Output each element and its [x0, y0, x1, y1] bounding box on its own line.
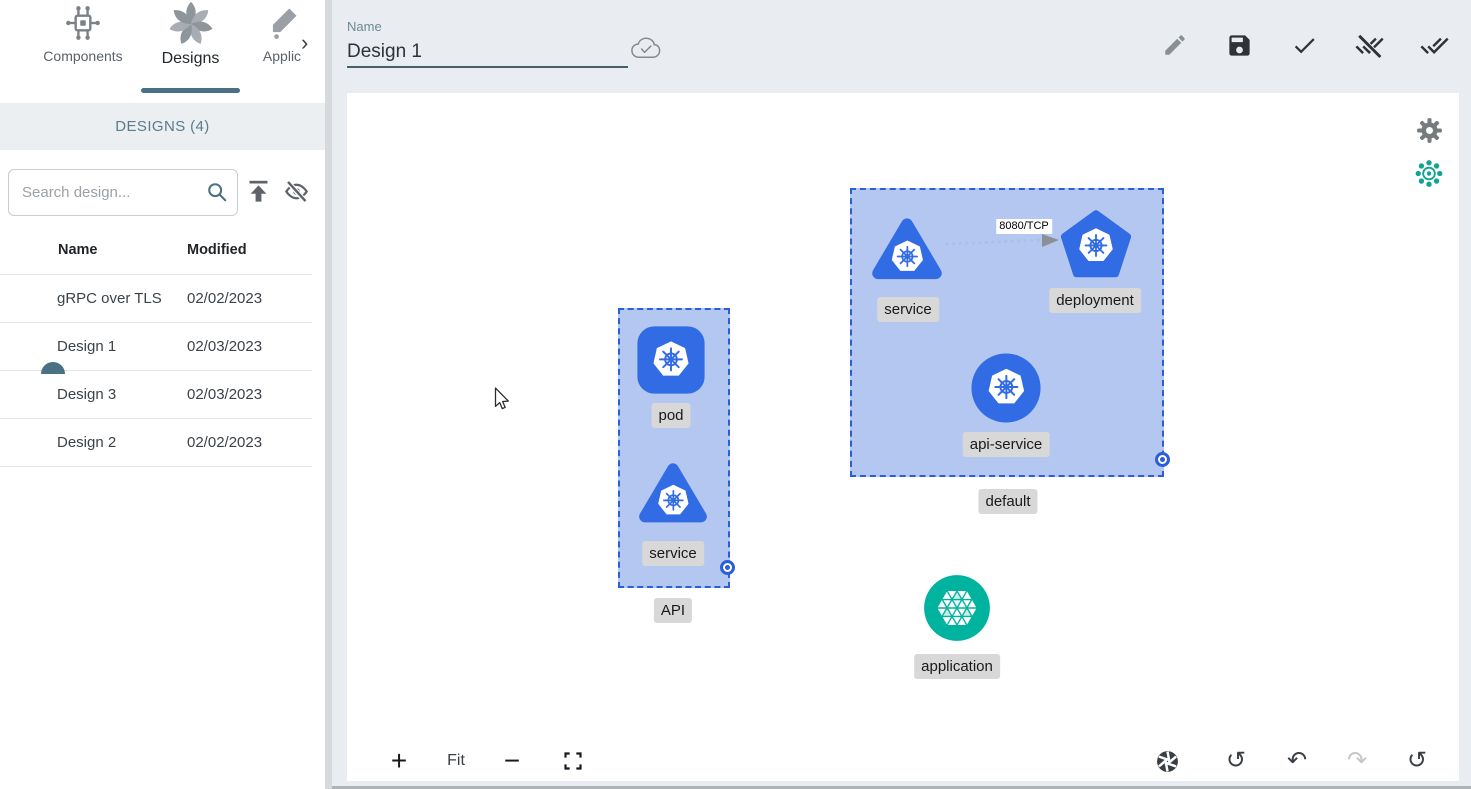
eye-off-icon [282, 178, 311, 205]
cloud-synced-icon [629, 35, 663, 67]
designs-panel-header: DESIGNS (4) [0, 103, 325, 150]
node-label-deployment: deployment [1049, 288, 1141, 313]
edge-label-port: 8080/TCP [996, 219, 1052, 234]
sidebar-scrollbar[interactable] [325, 0, 332, 789]
design-name-input[interactable] [347, 38, 628, 68]
design-modified: 02/02/2023 [187, 434, 262, 451]
group-default-resize-handle[interactable] [1155, 452, 1170, 467]
double-check-slash-icon [1355, 31, 1384, 60]
kubernetes-cluster-icon [1415, 159, 1443, 188]
upload-design-button[interactable] [245, 178, 272, 210]
kubernetes-api-service-icon [970, 352, 1042, 424]
zoom-in-button[interactable]: + [382, 746, 416, 776]
search-box [8, 169, 238, 216]
sidebar-tabbar: Components Designs [0, 0, 325, 96]
undeploy-button[interactable] [1351, 27, 1387, 63]
node-label-service: service [642, 541, 704, 566]
search-input[interactable] [8, 169, 238, 216]
design-modified: 02/03/2023 [187, 386, 262, 403]
designs-icon [167, 0, 215, 48]
group-label-api: API [654, 598, 692, 623]
check-icon [1291, 32, 1318, 59]
kubernetes-cluster-button[interactable] [1415, 159, 1443, 187]
column-name: Name [58, 242, 98, 258]
reset-view-button[interactable]: ↺ [1400, 746, 1434, 776]
meshery-application-icon [922, 573, 992, 643]
design-modified: 02/03/2023 [187, 338, 262, 355]
edge-service-deployment[interactable] [945, 231, 1063, 253]
redo-icon: ↷ [1347, 749, 1367, 773]
edit-button[interactable] [1157, 27, 1193, 63]
design-name: Design 1 [57, 338, 116, 355]
rotate-left-button[interactable]: ↺ [1219, 746, 1253, 776]
fit-label: Fit [447, 752, 465, 770]
design-modified: 02/02/2023 [187, 290, 262, 307]
reset-icon: ↺ [1407, 749, 1427, 773]
applications-icon [262, 0, 302, 46]
node-service[interactable] [870, 214, 944, 293]
tab-components[interactable]: Components [28, 0, 138, 96]
column-modified: Modified [187, 242, 247, 258]
meshery-design-app: Components Designs [0, 0, 1471, 789]
undo-icon: ↶ [1287, 749, 1307, 773]
shutter-icon [1155, 749, 1180, 774]
fit-view-button[interactable]: Fit [439, 746, 473, 776]
canvas-settings-button[interactable] [1415, 116, 1443, 144]
design-row-design-2[interactable]: Design 2 02/02/2023 [0, 419, 312, 467]
save-button[interactable] [1221, 27, 1257, 63]
group-api-resize-handle[interactable] [720, 560, 735, 575]
validate-button[interactable] [1286, 27, 1322, 63]
mouse-cursor-icon [490, 386, 512, 414]
node-label-pod: pod [651, 403, 690, 428]
screenshot-button[interactable] [1150, 746, 1184, 776]
design-row-grpc-over-tls[interactable]: gRPC over TLS 02/02/2023 [0, 275, 312, 323]
search-icon [206, 181, 228, 203]
fullscreen-button[interactable] [556, 746, 590, 776]
redo-button[interactable]: ↷ [1340, 746, 1374, 776]
design-table-header: Name Modified [0, 238, 312, 268]
rotate-left-icon: ↺ [1226, 749, 1246, 773]
kubernetes-service-icon [637, 458, 709, 532]
node-deployment[interactable] [1060, 205, 1132, 288]
design-row-design-3[interactable]: Design 3 02/03/2023 [0, 371, 312, 419]
gear-icon [1416, 117, 1443, 144]
node-application[interactable] [922, 573, 992, 648]
design-canvas[interactable]: pod service API service 8080/TCP [347, 93, 1459, 781]
node-label-application: application [914, 654, 1000, 679]
deploy-button[interactable] [1416, 27, 1452, 63]
design-name-label: Name [347, 19, 382, 34]
fullscreen-icon [563, 751, 583, 771]
components-icon [61, 0, 105, 46]
undo-button[interactable]: ↶ [1280, 746, 1314, 776]
sidebar: Components Designs [0, 0, 325, 789]
kubernetes-pod-icon [636, 325, 706, 395]
tabbar-next-chevron-icon[interactable]: › [301, 30, 308, 56]
double-check-icon [1420, 31, 1449, 60]
node-pod[interactable] [636, 325, 706, 400]
tab-designs-label: Designs [141, 50, 240, 68]
tab-designs[interactable]: Designs [141, 0, 240, 96]
toggle-visibility-button[interactable] [282, 178, 311, 210]
design-name: Design 3 [57, 386, 116, 403]
group-label-default: default [978, 489, 1037, 514]
node-label-api-service: api-service [963, 432, 1050, 457]
save-icon [1226, 32, 1253, 59]
design-name: gRPC over TLS [57, 290, 162, 307]
node-api-service-circle[interactable] [970, 352, 1042, 429]
minus-icon: − [504, 747, 520, 775]
design-name: Design 2 [57, 434, 116, 451]
kubernetes-deployment-icon [1060, 205, 1132, 283]
upload-icon [245, 178, 272, 205]
kubernetes-service-icon [870, 214, 944, 288]
pencil-icon [1162, 32, 1188, 58]
node-label-service: service [877, 297, 939, 322]
node-api-service[interactable] [637, 458, 709, 537]
zoom-out-button[interactable]: − [495, 746, 529, 776]
plus-icon: + [391, 747, 407, 775]
active-tab-indicator [141, 88, 240, 93]
tab-components-label: Components [28, 48, 138, 64]
